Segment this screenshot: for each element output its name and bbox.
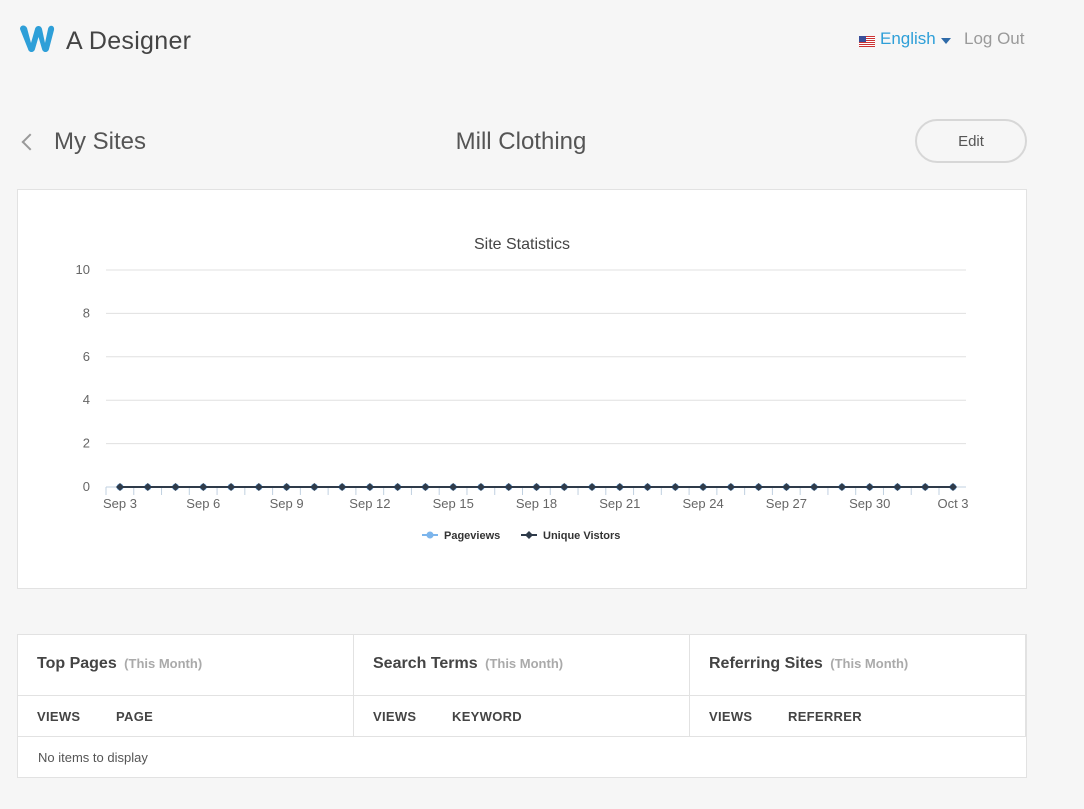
data-point [227,483,236,491]
data-point [143,483,152,491]
table-column-headers: VIEWS REFERRER [690,696,1025,737]
x-tick-label: Oct 3 [937,496,968,511]
data-point [782,483,791,491]
data-point [754,483,763,491]
table-title: Top Pages [37,655,117,672]
x-tick-label: Sep 9 [270,496,304,511]
x-tick-label: Sep 24 [682,496,723,511]
weebly-w-logo-icon[interactable] [17,23,57,55]
edit-button[interactable]: Edit [915,119,1027,163]
data-point [837,483,846,491]
data-point [893,483,902,491]
data-point [504,483,513,491]
table-subtitle: (This Month) [124,656,203,671]
data-point [310,483,319,491]
table-title: Search Terms [373,655,478,672]
y-tick-label: 8 [83,305,90,320]
views-column-header[interactable]: VIEWS [373,709,416,724]
data-point [949,483,957,491]
data-point [116,483,124,491]
y-tick-label: 10 [76,262,90,277]
data-point [699,483,708,491]
x-tick-label: Sep 3 [103,496,137,511]
data-point [643,483,652,491]
referrer-column-header[interactable]: REFERRER [788,709,862,724]
table-column-headers: VIEWS PAGE [18,696,353,737]
site-title: Mill Clothing [455,128,587,155]
caret-down-icon[interactable] [940,38,951,44]
site-statistics-chart: Site Statistics 0 2 4 6 8 10 Sep 3 Sep 6 Sep 9 S… [76,236,969,542]
data-point [365,483,374,491]
y-tick-label: 6 [83,349,90,364]
search-terms-table: Search Terms (This Month) VIEWS KEYWORD [354,635,690,737]
data-point [476,483,485,491]
data-point [615,483,624,491]
x-tick-label: Sep 6 [186,496,220,511]
legend-marker [525,531,533,539]
x-tick-label: Sep 27 [766,496,807,511]
legend-label: Pageviews [444,530,500,542]
data-point [671,483,680,491]
data-point [421,483,430,491]
views-column-header[interactable]: VIEWS [37,709,80,724]
top-pages-table: Top Pages (This Month) VIEWS PAGE [18,635,354,737]
y-tick-label: 0 [83,479,90,494]
table-header: Referring Sites (This Month) [690,635,1025,696]
data-point [921,483,930,491]
legend-marker [426,531,434,539]
table-header: Top Pages (This Month) [18,635,353,696]
data-point [726,483,735,491]
data-point [810,483,819,491]
data-point [254,483,263,491]
data-point [199,483,208,491]
site-statistics-panel: Site Statistics 0 2 4 6 8 10 Sep 3 Sep 6 Sep 9 S… [17,189,1027,589]
page-column-header[interactable]: PAGE [116,709,153,724]
x-tick-label: Sep 30 [849,496,890,511]
data-point [282,483,291,491]
data-point [560,483,569,491]
data-point [532,483,541,491]
data-point [588,483,597,491]
language-selector[interactable]: English [859,29,951,49]
x-tick-label: Sep 12 [349,496,390,511]
data-point [865,483,874,491]
table-subtitle: (This Month) [485,656,564,671]
top-header: A Designer English Log Out [0,0,1084,80]
table-subtitle: (This Month) [830,656,909,671]
legend-label: Unique Vistors [543,530,620,542]
table-title: Referring Sites [709,655,823,672]
empty-message: No items to display [38,750,148,765]
x-tick-label: Sep 21 [599,496,640,511]
table-header: Search Terms (This Month) [354,635,689,696]
keyword-column-header[interactable]: KEYWORD [452,709,522,724]
referring-sites-table: Referring Sites (This Month) VIEWS REFER… [690,635,1026,737]
data-point [338,483,347,491]
stats-tables: Top Pages (This Month) VIEWS PAGE Search… [17,634,1027,778]
x-tick-label: Sep 15 [433,496,474,511]
views-column-header[interactable]: VIEWS [709,709,752,724]
table-column-headers: VIEWS KEYWORD [354,696,689,737]
y-tick-label: 2 [83,436,90,451]
data-point [171,483,180,491]
logout-link[interactable]: Log Out [964,29,1025,49]
brand-name: A Designer [66,27,192,55]
data-point [393,483,402,491]
us-flag-icon [859,34,875,47]
chart-title: Site Statistics [474,236,570,253]
y-tick-label: 4 [83,392,90,407]
x-tick-label: Sep 18 [516,496,557,511]
data-point [449,483,458,491]
language-label[interactable]: English [880,29,936,49]
